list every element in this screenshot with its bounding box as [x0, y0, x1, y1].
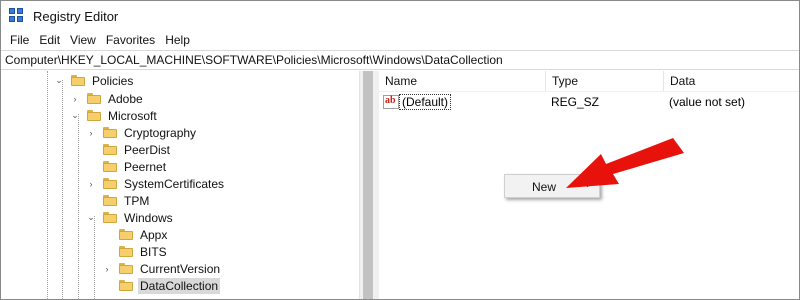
- tree-item-microsoft[interactable]: ⌄ Microsoft: [69, 107, 159, 124]
- tree-item-cryptography[interactable]: › Cryptography: [85, 124, 198, 141]
- tree-item-label: Windows: [124, 210, 173, 225]
- chevron-right-icon[interactable]: ›: [85, 127, 97, 139]
- scrollbar-thumb[interactable]: [363, 71, 373, 299]
- tree-item-appx[interactable]: Appx: [101, 226, 169, 243]
- address-bar[interactable]: Computer\HKEY_LOCAL_MACHINE\SOFTWARE\Pol…: [1, 50, 799, 70]
- tree-item-label: PeerDist: [124, 142, 171, 157]
- tree-item-label: BITS: [140, 244, 167, 259]
- tree-item-label: Policies: [92, 73, 134, 88]
- folder-icon: [103, 127, 117, 138]
- menu-file[interactable]: File: [5, 33, 34, 47]
- tree-item-label: Adobe: [108, 91, 143, 106]
- tree-item-label: TPM: [124, 193, 150, 208]
- tree-scrollbar[interactable]: [359, 71, 375, 299]
- tree-item-adobe[interactable]: › Adobe: [69, 90, 145, 107]
- tree-item-label: CurrentVersion: [140, 261, 221, 276]
- tree-item-currentversion[interactable]: › CurrentVersion: [101, 260, 222, 277]
- tree-item-systemcertificates[interactable]: › SystemCertificates: [85, 175, 226, 192]
- value-type: REG_SZ: [551, 95, 600, 109]
- tree-guide-line: [94, 216, 95, 299]
- folder-icon: [103, 178, 117, 189]
- tree-item-policies[interactable]: ⌄ Policies: [53, 72, 135, 89]
- chevron-right-icon[interactable]: ›: [69, 93, 81, 105]
- tree-guide-line: [62, 80, 63, 299]
- folder-icon: [119, 246, 133, 257]
- list-item[interactable]: ab (Default) REG_SZ (value not set): [379, 93, 799, 111]
- folder-icon: [103, 212, 117, 223]
- tree-item-label: DataCollection: [138, 277, 221, 294]
- tree-guide-line: [78, 114, 79, 299]
- header-divider: [379, 91, 799, 92]
- tree-item-tpm[interactable]: TPM: [85, 192, 151, 209]
- menu-view[interactable]: View: [65, 33, 101, 47]
- tree-item-peerdist[interactable]: PeerDist: [85, 141, 172, 158]
- context-menu: New ›: [504, 174, 600, 198]
- tree-item-peernet[interactable]: Peernet: [85, 158, 168, 175]
- folder-icon: [87, 110, 101, 121]
- tree-item-label: Peernet: [124, 159, 167, 174]
- column-header-name[interactable]: Name: [379, 71, 546, 91]
- folder-icon: [119, 263, 133, 274]
- chevron-down-icon[interactable]: ⌄: [69, 110, 81, 122]
- value-data: (value not set): [669, 95, 746, 109]
- tree-item-label: Microsoft: [108, 108, 157, 123]
- value-name[interactable]: (Default): [399, 94, 452, 110]
- tree-item-windows[interactable]: ⌄ Windows: [85, 209, 175, 226]
- menu-bar: File Edit View Favorites Help: [1, 31, 799, 49]
- folder-icon: [71, 75, 85, 86]
- chevron-down-icon[interactable]: ⌄: [85, 212, 97, 224]
- folder-icon: [103, 144, 117, 155]
- registry-editor-window: Registry Editor File Edit View Favorites…: [0, 0, 800, 300]
- menu-edit[interactable]: Edit: [34, 33, 65, 47]
- folder-icon: [119, 229, 133, 240]
- tree-item-bits[interactable]: BITS: [101, 243, 169, 260]
- folder-icon: [87, 93, 101, 104]
- submenu-arrow-icon: ›: [586, 179, 590, 191]
- tree-item-datacollection[interactable]: DataCollection: [101, 277, 221, 294]
- title-bar: Registry Editor: [1, 1, 799, 31]
- tree-item-label: Cryptography: [124, 125, 197, 140]
- chevron-down-icon[interactable]: ⌄: [53, 75, 65, 87]
- menu-help[interactable]: Help: [160, 33, 195, 47]
- folder-icon: [103, 195, 117, 206]
- chevron-right-icon[interactable]: ›: [101, 263, 113, 275]
- string-value-icon: ab: [383, 95, 399, 109]
- tree-item-label: Appx: [140, 227, 168, 242]
- address-path[interactable]: Computer\HKEY_LOCAL_MACHINE\SOFTWARE\Pol…: [5, 53, 503, 67]
- folder-icon: [119, 280, 133, 291]
- column-header-type[interactable]: Type: [546, 71, 664, 91]
- registry-key-tree: ⌄ Policies › Adobe ⌄ Microsoft › Cryptog…: [1, 71, 359, 299]
- tree-guide-line: [47, 71, 48, 299]
- registry-editor-app-icon: [9, 8, 25, 24]
- window-title: Registry Editor: [33, 8, 119, 24]
- tree-item-label: SystemCertificates: [124, 176, 225, 191]
- context-menu-new[interactable]: New: [532, 180, 556, 194]
- menu-favorites[interactable]: Favorites: [101, 33, 160, 47]
- column-header-data[interactable]: Data: [664, 71, 799, 91]
- folder-icon: [103, 161, 117, 172]
- chevron-right-icon[interactable]: ›: [85, 178, 97, 190]
